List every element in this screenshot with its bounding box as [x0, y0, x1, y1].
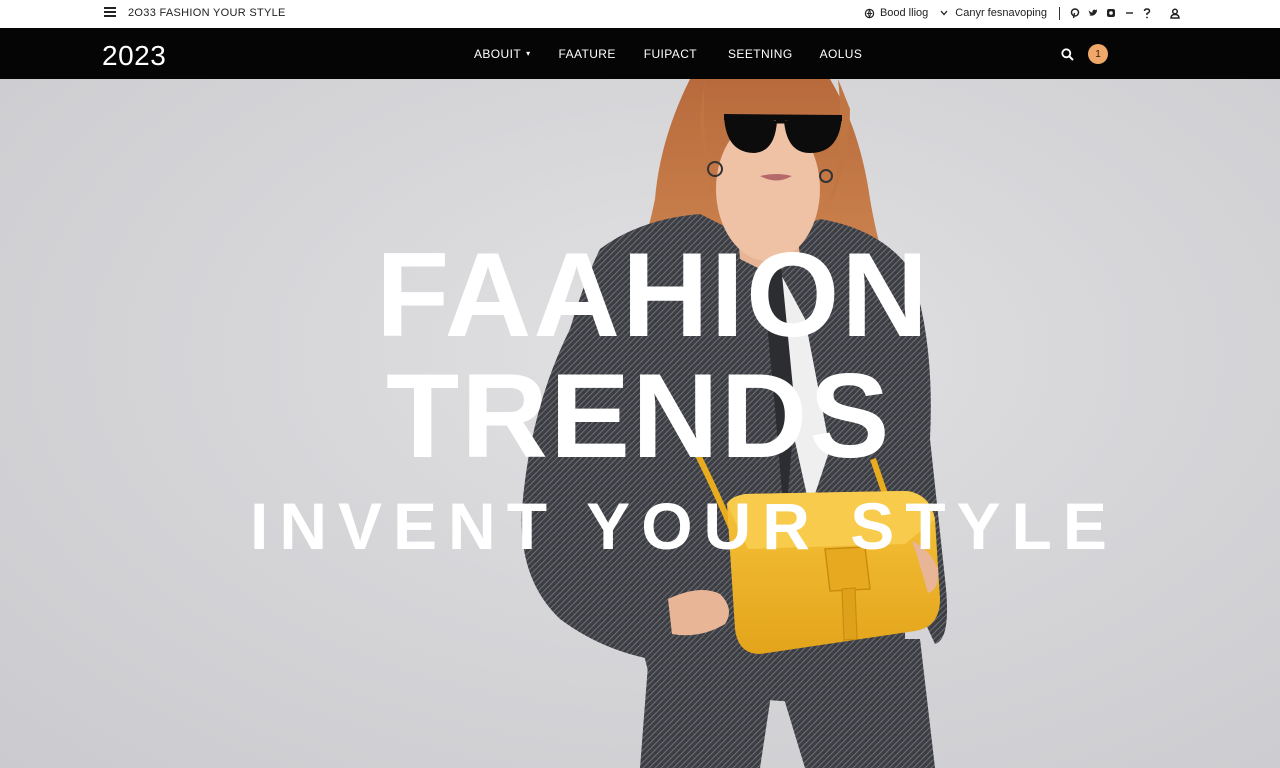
nav-actions: 1 — [1058, 44, 1108, 64]
shop-link[interactable]: Canyr fesnavoping — [955, 7, 1047, 19]
caret-down-icon: ▾ — [526, 49, 531, 58]
utility-links: Bood lliog Canyr fesnavoping — [864, 5, 1180, 21]
nav-links: ABOUIT ▾ FAATURE FUIPACT SEETNING AOLUS — [474, 28, 862, 79]
more-icon[interactable] — [1124, 7, 1134, 19]
hamburger-menu-icon[interactable] — [104, 7, 116, 17]
divider — [1059, 6, 1060, 20]
site-tagline: 2O33 FASHION YOUR STYLE — [128, 7, 286, 19]
nav-item-label: AOLUS — [819, 46, 863, 61]
instagram-icon[interactable] — [1106, 7, 1116, 19]
nav-item-label: FUIPACT — [643, 46, 698, 61]
pinterest-icon[interactable] — [1070, 7, 1080, 19]
nav-item-settings[interactable]: SEETNING — [728, 47, 793, 61]
nav-item-label: SEETNING — [728, 46, 793, 61]
hero-banner: FAAHION TRENDS INVENT YOUR STYLE — [0, 79, 1280, 768]
main-navbar: 2023 ABOUIT ▾ FAATURE FUIPACT SEETNING A… — [0, 28, 1280, 79]
social-icons — [1070, 7, 1152, 19]
cart-count-badge[interactable]: 1 — [1088, 44, 1108, 64]
nav-item-about[interactable]: ABOUIT ▾ — [474, 47, 531, 61]
shop-link-label: Canyr fesnavoping — [955, 7, 1047, 19]
nav-item-impact[interactable]: FUIPACT — [644, 47, 697, 61]
hero-title-line-1: FAAHION — [376, 228, 930, 362]
blog-link[interactable]: Bood lliog — [864, 7, 928, 19]
twitter-icon[interactable] — [1088, 7, 1098, 19]
search-icon[interactable] — [1058, 45, 1076, 63]
globe-icon — [864, 8, 875, 18]
nav-item-label: ABOUIT — [474, 46, 522, 61]
nav-item-label: FAATURE — [558, 46, 616, 61]
site-logo[interactable]: 2023 — [102, 40, 166, 72]
blog-link-label: Bood lliog — [879, 7, 929, 19]
hero-title-line-2: TRENDS — [386, 349, 892, 483]
hero-subtitle: INVENT YOUR STYLE — [250, 489, 1118, 563]
chevron-down-icon[interactable] — [940, 10, 948, 16]
nav-item-feature[interactable]: FAATURE — [559, 47, 616, 61]
help-icon[interactable] — [1142, 7, 1152, 19]
top-utility-bar: 2O33 FASHION YOUR STYLE Bood lliog Canyr… — [0, 0, 1280, 28]
nav-item-aolus[interactable]: AOLUS — [820, 47, 863, 61]
account-icon[interactable] — [1170, 7, 1180, 19]
